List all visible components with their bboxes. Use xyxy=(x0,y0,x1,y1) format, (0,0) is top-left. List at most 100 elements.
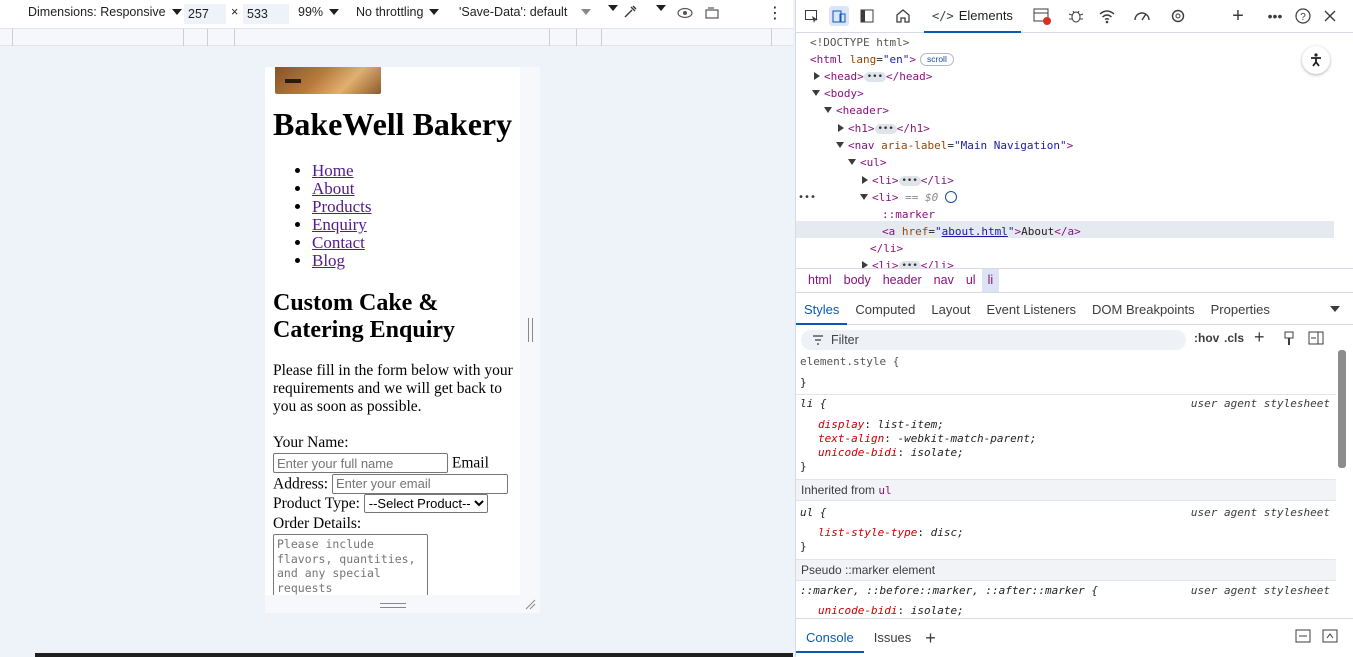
nav-link-home[interactable]: Home xyxy=(312,161,354,180)
tab-event-listeners[interactable]: Event Listeners xyxy=(978,294,1084,325)
hov-toggle[interactable]: :hov xyxy=(1194,331,1219,345)
nav-node[interactable]: <nav aria-label="Main Navigation"> xyxy=(836,137,1073,154)
breadcrumb-li[interactable]: li xyxy=(981,269,1000,292)
more-tools-dropdown[interactable] xyxy=(650,5,666,11)
h1-node[interactable]: <h1> ••• </h1> xyxy=(838,120,930,137)
sidebar-toggle-icon[interactable] xyxy=(857,6,877,26)
dimensions-dropdown[interactable]: Dimensions: Responsive xyxy=(28,5,182,19)
element-style-rule[interactable]: element.style { xyxy=(800,354,899,370)
nav-link-enquiry[interactable]: Enquiry xyxy=(312,215,367,234)
paint-brush-icon[interactable] xyxy=(1282,331,1296,350)
help-icon[interactable]: ? xyxy=(1293,6,1313,26)
close-devtools-icon[interactable] xyxy=(1320,6,1340,26)
styles-scrollbar[interactable] xyxy=(1338,350,1346,468)
ul-prop-list-style-type[interactable]: list-style-type: disc; xyxy=(818,525,964,541)
device-toolbar-icon[interactable] xyxy=(829,6,849,26)
accessibility-icon[interactable] xyxy=(1302,46,1330,74)
breadcrumb-body[interactable]: body xyxy=(838,269,877,292)
ellipsis-badge[interactable]: ••• xyxy=(898,176,921,186)
breadcrumb-header[interactable]: header xyxy=(877,269,928,292)
anchor-node[interactable]: <a href="about.html">About</a> xyxy=(882,223,1081,240)
order-details-textarea[interactable] xyxy=(273,534,428,595)
scroll-badge[interactable]: scroll xyxy=(920,53,954,66)
href-link[interactable]: about.html xyxy=(942,225,1008,238)
ellipsis-badge[interactable]: ••• xyxy=(874,124,897,134)
media-query-ruler[interactable] xyxy=(0,28,793,46)
li-node-3[interactable]: <li> ••• </li> xyxy=(862,257,954,268)
ellipsis-badge[interactable]: ••• xyxy=(863,72,887,82)
add-tab-icon[interactable]: + xyxy=(1228,5,1248,27)
network-wifi-icon[interactable] xyxy=(1097,6,1117,26)
performance-icon[interactable] xyxy=(1132,6,1152,26)
height-input[interactable]: 533 xyxy=(243,4,289,24)
tab-styles[interactable]: Styles xyxy=(796,294,848,325)
marker-rule-selector[interactable]: ::marker, ::before::marker, ::after::mar… xyxy=(800,583,1336,599)
tab-elements[interactable]: </> Elements xyxy=(924,0,1021,33)
nav-link-products[interactable]: Products xyxy=(312,197,372,216)
header-node[interactable]: <header> xyxy=(824,102,889,119)
settings-gear-icon[interactable] xyxy=(1168,6,1188,26)
console-errors-icon[interactable] xyxy=(1032,6,1052,26)
li-node-selected[interactable]: <li> == $0 xyxy=(860,189,957,206)
tab-layout[interactable]: Layout xyxy=(923,294,978,325)
head-node[interactable]: <head> ••• </head> xyxy=(814,68,932,85)
more-tabs-icon[interactable]: ••• xyxy=(1265,6,1285,26)
tab-properties[interactable]: Properties xyxy=(1203,294,1278,325)
li-rule-selector[interactable]: li { user agent stylesheet xyxy=(800,396,1336,412)
width-input[interactable]: 257 xyxy=(184,4,226,24)
expand-arrow-icon[interactable] xyxy=(838,124,844,132)
marker-pseudo-node[interactable]: ::marker xyxy=(882,206,935,223)
welcome-home-icon[interactable] xyxy=(893,6,913,26)
rotate-icon[interactable] xyxy=(703,5,721,21)
nav-link-blog[interactable]: Blog xyxy=(312,251,345,270)
ellipsis-badge[interactable]: ••• xyxy=(898,261,921,268)
bug-icon[interactable] xyxy=(1066,6,1086,26)
marker-prop-unicode-bidi[interactable]: unicode-bidi: isolate; xyxy=(818,603,964,617)
emulated-viewport[interactable]: BakeWell Bakery Home About Products Enqu… xyxy=(265,67,520,595)
collapse-arrow-icon[interactable] xyxy=(860,194,868,200)
product-select[interactable]: --Select Product-- xyxy=(363,494,488,513)
inspect-element-icon[interactable] xyxy=(802,6,822,26)
eyedropper-icon[interactable] xyxy=(622,4,638,20)
collapse-arrow-icon[interactable] xyxy=(836,142,844,148)
ul-node[interactable]: <ul> xyxy=(848,154,887,171)
html-node[interactable]: <html lang="en"> scroll xyxy=(810,51,954,68)
filter-input[interactable]: Filter xyxy=(801,330,1186,350)
resize-corner-handle[interactable] xyxy=(524,598,536,610)
tab-console[interactable]: Console xyxy=(796,623,864,653)
computed-sidebar-icon[interactable] xyxy=(1308,331,1324,348)
breadcrumb-html[interactable]: html xyxy=(802,269,838,292)
horizontal-scrollbar[interactable] xyxy=(35,653,793,657)
add-drawer-tab-icon[interactable]: + xyxy=(925,628,936,649)
nav-link-about[interactable]: About xyxy=(312,179,355,198)
cls-toggle[interactable]: .cls xyxy=(1224,331,1244,345)
doctype-node[interactable]: <!DOCTYPE html> xyxy=(810,34,909,51)
new-style-rule-icon[interactable]: + xyxy=(1254,327,1265,348)
resize-height-handle[interactable] xyxy=(380,603,406,608)
dock-drawer-icon[interactable] xyxy=(1295,629,1311,646)
expand-arrow-icon[interactable] xyxy=(814,72,820,80)
chevron-down-icon[interactable] xyxy=(1330,306,1340,312)
li-node-1[interactable]: <li> ••• </li> xyxy=(862,172,954,189)
more-options-icon[interactable]: ⋮ xyxy=(767,3,783,23)
zoom-dropdown[interactable]: 99% xyxy=(298,5,340,19)
tab-issues[interactable]: Issues xyxy=(864,623,922,653)
layout-badge-icon[interactable] xyxy=(944,191,957,203)
close-drawer-icon[interactable] xyxy=(1322,629,1338,646)
row-actions-dots[interactable]: ••• xyxy=(798,189,816,206)
save-data-dropdown[interactable]: 'Save-Data': default xyxy=(459,5,592,19)
tab-computed[interactable]: Computed xyxy=(847,294,923,325)
breadcrumb-ul[interactable]: ul xyxy=(960,269,982,292)
resize-width-handle[interactable] xyxy=(528,318,533,342)
collapse-arrow-icon[interactable] xyxy=(848,159,856,165)
collapse-arrow-icon[interactable] xyxy=(812,90,820,96)
breadcrumb-nav[interactable]: nav xyxy=(928,269,960,292)
li-prop-unicode-bidi[interactable]: unicode-bidi: isolate; xyxy=(818,445,964,461)
ul-rule-selector[interactable]: ul { user agent stylesheet xyxy=(800,505,1336,521)
tab-dom-breakpoints[interactable]: DOM Breakpoints xyxy=(1084,294,1203,325)
nav-link-contact[interactable]: Contact xyxy=(312,233,365,252)
body-node[interactable]: <body> xyxy=(812,85,864,102)
name-input[interactable] xyxy=(273,453,448,473)
collapse-arrow-icon[interactable] xyxy=(824,107,832,113)
email-input[interactable] xyxy=(331,473,508,494)
